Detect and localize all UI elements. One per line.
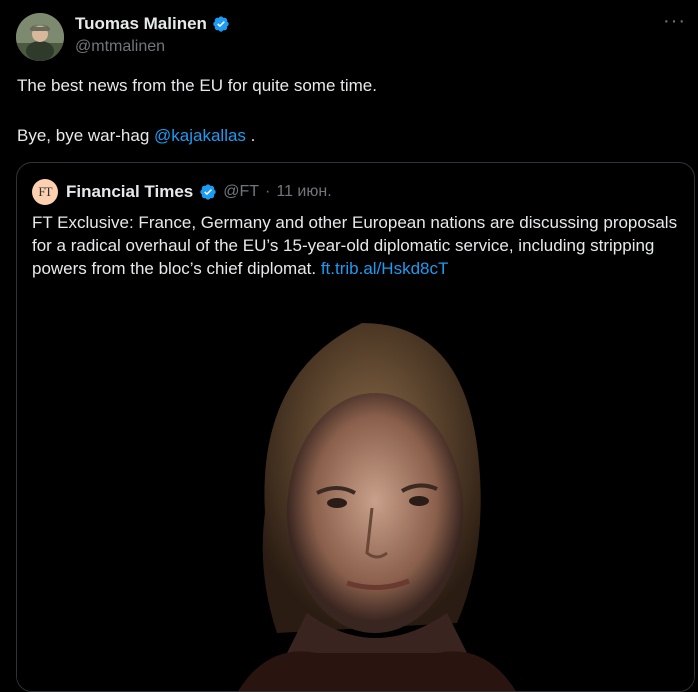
- verified-badge-icon: [200, 184, 216, 200]
- verified-badge-icon: [213, 16, 229, 32]
- author-avatar[interactable]: [16, 13, 64, 61]
- quoted-handle[interactable]: @FT: [223, 183, 259, 201]
- quoted-date[interactable]: 11 июн.: [276, 183, 331, 201]
- tweet-text-line2: Bye, bye war-hag @kajakallas .: [17, 126, 255, 146]
- author-handle[interactable]: @mtmalinen: [75, 38, 230, 56]
- tweet: Tuomas Malinen @mtmalinen ··· The best n…: [0, 0, 698, 692]
- author-block: Tuomas Malinen @mtmalinen: [75, 13, 230, 56]
- quoted-tweet[interactable]: FT Financial Times @FT · 11 июн. FT Excl…: [16, 162, 695, 692]
- quoted-author-name[interactable]: Financial Times: [66, 182, 193, 202]
- tweet-text-prefix: Bye, bye war-hag: [17, 126, 155, 145]
- ft-avatar[interactable]: FT: [32, 179, 58, 205]
- more-options-icon[interactable]: ···: [663, 11, 686, 31]
- quoted-header: FT Financial Times @FT · 11 июн.: [32, 179, 332, 205]
- tweet-text-line1: The best news from the EU for quite some…: [17, 76, 377, 95]
- mention-link[interactable]: @kajakallas: [154, 126, 246, 145]
- tweet-text-suffix: .: [245, 126, 256, 145]
- quoted-link[interactable]: ft.trib.al/Hskd8cT: [321, 259, 449, 278]
- quoted-photo[interactable]: [17, 293, 694, 691]
- meta-separator: ·: [265, 183, 271, 200]
- quoted-text: FT Exclusive: France, Germany and other …: [32, 211, 682, 280]
- author-name[interactable]: Tuomas Malinen: [75, 14, 207, 34]
